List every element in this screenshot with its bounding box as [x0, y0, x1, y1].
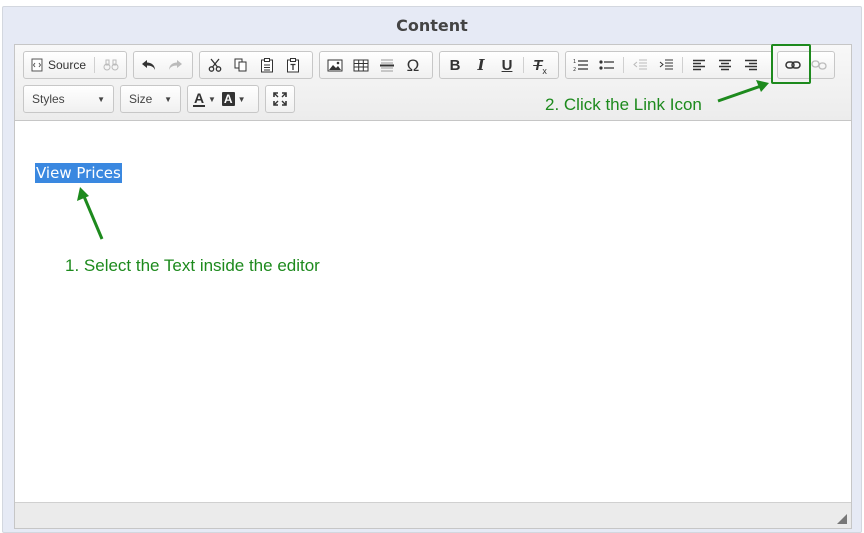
- outdent-button[interactable]: [627, 53, 653, 77]
- align-center-button[interactable]: [712, 53, 738, 77]
- italic-button[interactable]: I: [468, 53, 494, 77]
- numbered-list-button[interactable]: 12: [568, 53, 594, 77]
- toolbar-group-tools: [265, 85, 295, 113]
- background-color-icon: A: [221, 92, 235, 106]
- text-color-icon: A: [193, 90, 205, 107]
- toolbar-group-history: [133, 51, 193, 79]
- resize-handle-icon[interactable]: [837, 514, 847, 524]
- source-icon: [31, 58, 43, 72]
- svg-text:2: 2: [573, 67, 576, 72]
- underline-button[interactable]: U: [494, 53, 520, 77]
- copy-icon: [234, 58, 247, 72]
- paste-icon: [261, 57, 273, 72]
- toolbar-separator: [623, 57, 624, 73]
- styles-dropdown[interactable]: Styles ▼: [23, 85, 114, 113]
- background-color-button[interactable]: A ▼: [219, 87, 249, 111]
- numbered-list-icon: 12: [573, 59, 588, 72]
- redo-button[interactable]: [162, 53, 188, 77]
- align-right-icon: [745, 59, 757, 71]
- svg-text:1: 1: [573, 59, 576, 65]
- toolbar-group-clipboard: [199, 51, 313, 79]
- size-dropdown-label: Size: [129, 92, 153, 106]
- table-icon: [353, 59, 369, 71]
- chevron-down-icon: ▼: [208, 94, 216, 104]
- paste-text-button[interactable]: [280, 53, 306, 77]
- remove-format-icon: Tx: [533, 56, 547, 76]
- bold-icon: B: [449, 56, 461, 74]
- chevron-down-icon: ▼: [164, 94, 172, 104]
- horizontal-line-icon: [380, 59, 394, 72]
- maximize-icon: [273, 92, 287, 106]
- toolbar-separator: [682, 57, 683, 73]
- toolbar-group-document: Source: [23, 51, 127, 79]
- unlink-icon: [811, 60, 827, 70]
- toolbar-group-basicstyles: B I U Tx: [439, 51, 559, 79]
- omega-icon: Ω: [406, 55, 420, 75]
- indent-button[interactable]: [653, 53, 679, 77]
- panel-title: Content: [396, 16, 468, 35]
- indent-icon: [659, 59, 673, 70]
- text-color-button[interactable]: A ▼: [190, 87, 219, 111]
- align-center-icon: [719, 59, 731, 71]
- align-left-button[interactable]: [686, 53, 712, 77]
- annotation-step1: 1. Select the Text inside the editor: [65, 256, 320, 275]
- horizontal-line-button[interactable]: [374, 53, 400, 77]
- align-left-icon: [693, 59, 705, 71]
- bold-button[interactable]: B: [442, 53, 468, 77]
- undo-icon: [142, 60, 155, 70]
- copy-button[interactable]: [228, 53, 254, 77]
- editor-toolbar: Source Ω B I U Tx 1 2 Styles ▼ Size ▼ A …: [15, 45, 851, 121]
- cut-icon: [208, 58, 222, 72]
- image-icon: [327, 59, 343, 71]
- paste-text-icon: [287, 57, 299, 72]
- remove-format-button[interactable]: Tx: [527, 53, 553, 77]
- redo-icon: [169, 60, 182, 70]
- link-icon-highlight: [771, 44, 811, 84]
- source-button-label: Source: [47, 58, 86, 72]
- binoculars-icon: [103, 59, 119, 71]
- toolbar-group-paragraph: 12: [565, 51, 773, 79]
- align-right-button[interactable]: [738, 53, 764, 77]
- bulleted-list-button[interactable]: [594, 53, 620, 77]
- underline-icon: U: [501, 56, 513, 74]
- toolbar-group-insert: Ω: [319, 51, 433, 79]
- editor-statusbar: [15, 502, 851, 528]
- toolbar-separator: [523, 57, 524, 73]
- source-button[interactable]: Source: [26, 53, 91, 77]
- maximize-button[interactable]: [268, 87, 292, 111]
- special-char-button[interactable]: Ω: [400, 53, 426, 77]
- selected-text[interactable]: View Prices: [35, 163, 122, 183]
- cut-button[interactable]: [202, 53, 228, 77]
- bulleted-list-icon: [599, 60, 614, 70]
- styles-dropdown-label: Styles: [32, 92, 65, 106]
- outdent-icon: [633, 59, 647, 70]
- toolbar-group-colors: A ▼ A ▼: [187, 85, 259, 113]
- paste-button[interactable]: [254, 53, 280, 77]
- undo-button[interactable]: [136, 53, 162, 77]
- size-dropdown[interactable]: Size ▼: [120, 85, 181, 113]
- image-button[interactable]: [322, 53, 348, 77]
- editor-content-area[interactable]: View Prices: [15, 121, 851, 502]
- find-button[interactable]: [98, 53, 124, 77]
- rich-text-editor: Source Ω B I U Tx 1 2 Styles ▼ Size ▼ A …: [14, 44, 852, 529]
- chevron-down-icon: ▼: [97, 94, 105, 104]
- italic-icon: I: [477, 55, 485, 74]
- table-button[interactable]: [348, 53, 374, 77]
- chevron-down-icon: ▼: [237, 94, 246, 104]
- toolbar-separator: [94, 57, 95, 73]
- annotation-step2: 2. Click the Link Icon: [545, 95, 702, 114]
